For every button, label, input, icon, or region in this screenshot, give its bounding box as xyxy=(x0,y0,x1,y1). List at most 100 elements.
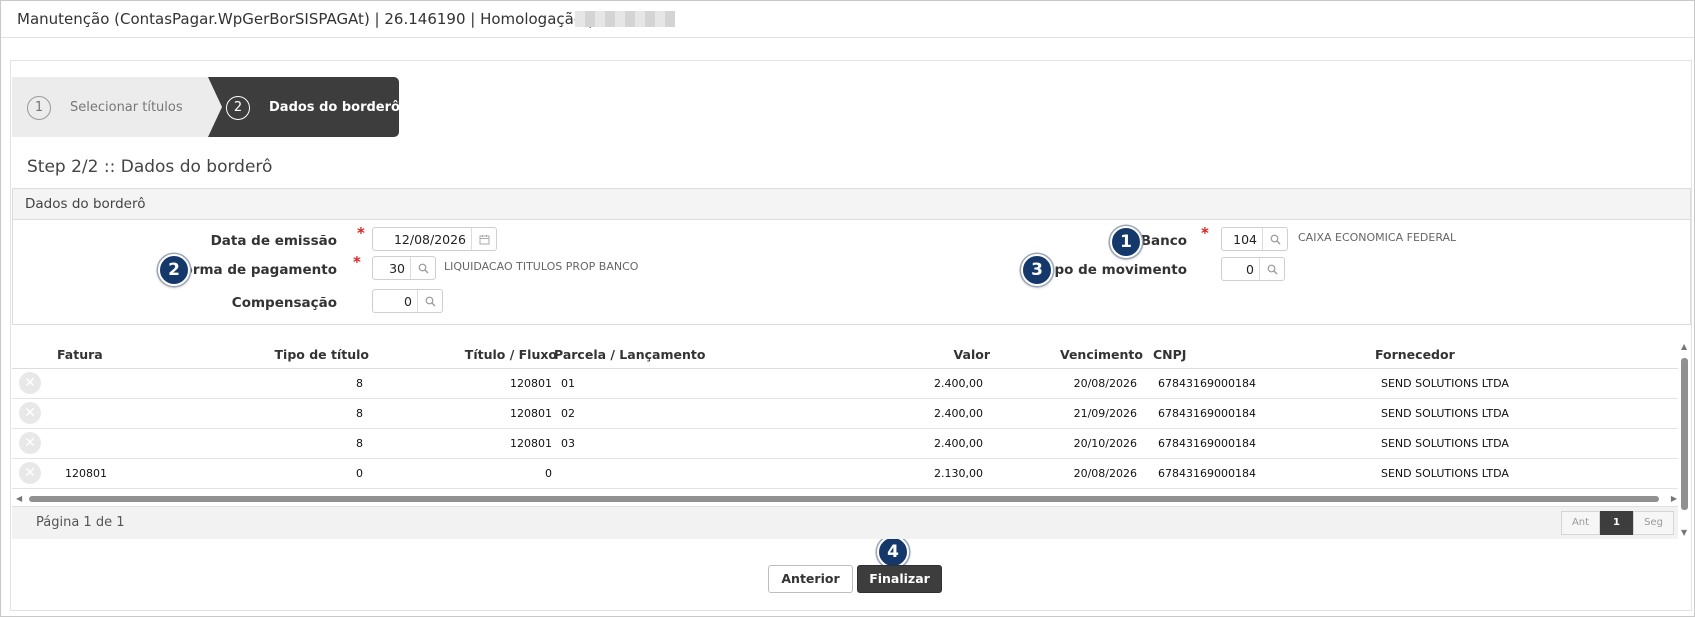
data-emissao-label: Data de emissão xyxy=(210,233,337,249)
cell-titulo: 0 xyxy=(545,467,552,480)
step-arrow xyxy=(208,77,222,137)
cell-titulo: 120801 xyxy=(510,437,552,450)
cell-vencimento: 20/10/2026 xyxy=(1073,437,1137,450)
page-title: Step 2/2 :: Dados do borderô xyxy=(27,157,273,177)
step-label: Selecionar títulos xyxy=(70,100,183,115)
previous-button[interactable]: Anterior xyxy=(768,565,853,593)
wizard-step-2[interactable]: 2 Dados do borderô xyxy=(196,77,400,137)
remove-row-icon[interactable]: ✕ xyxy=(19,372,41,394)
cell-valor: 2.400,00 xyxy=(934,407,983,420)
field-value: 104 xyxy=(1233,232,1257,247)
finish-button[interactable]: Finalizar xyxy=(857,565,942,593)
required-mark: * xyxy=(353,253,361,271)
page-1-button[interactable]: 1 xyxy=(1600,511,1633,535)
field-value: 0 xyxy=(1246,262,1254,277)
banco-description: CAIXA ECONOMICA FEDERAL xyxy=(1298,231,1457,244)
step-label: Dados do borderô xyxy=(269,100,400,115)
required-mark: * xyxy=(1201,224,1209,242)
scroll-left-icon[interactable]: ◀ xyxy=(16,494,22,503)
cell-tipo: 8 xyxy=(356,407,363,420)
column-header[interactable]: CNPJ xyxy=(1153,347,1186,362)
forma-pagamento-description: LIQUIDACAO TITULOS PROP BANCO xyxy=(444,260,639,273)
scrollbar-thumb[interactable] xyxy=(29,496,1659,502)
cell-fornecedor: SEND SOLUTIONS LTDA xyxy=(1381,407,1509,420)
cell-cnpj: 67843169000184 xyxy=(1158,437,1256,450)
field-value: 12/08/2026 xyxy=(393,232,466,247)
cell-fatura: 120801 xyxy=(65,467,107,480)
cell-valor: 2.400,00 xyxy=(934,377,983,390)
search-icon[interactable] xyxy=(1262,228,1287,250)
step-number: 1 xyxy=(27,96,51,120)
compensacao-input[interactable]: 0 xyxy=(372,289,443,313)
field-value: 30 xyxy=(389,261,405,276)
column-header[interactable]: Tipo de título xyxy=(275,347,369,362)
next-page-button[interactable]: Seg xyxy=(1633,511,1674,535)
column-header[interactable]: Fornecedor xyxy=(1375,347,1455,362)
section-title: Dados do borderô xyxy=(25,196,146,212)
cell-tipo: 8 xyxy=(356,377,363,390)
table-row[interactable]: ✕ 8 120801 01 2.400,00 20/08/2026 678431… xyxy=(12,369,1678,399)
cell-cnpj: 67843169000184 xyxy=(1158,377,1256,390)
cell-parcela: 02 xyxy=(561,407,575,420)
tipo-movimento-input[interactable]: 0 xyxy=(1221,257,1285,281)
remove-row-icon[interactable]: ✕ xyxy=(19,402,41,424)
tipo-movimento-label: Tipo de movimento xyxy=(1040,262,1187,278)
forma-pagamento-input[interactable]: 30 xyxy=(372,256,436,280)
horizontal-scrollbar[interactable]: ◀ ▶ xyxy=(12,493,1678,505)
callout-badge-4: 4 xyxy=(877,536,909,568)
search-icon[interactable] xyxy=(417,290,442,312)
cell-tipo: 8 xyxy=(356,437,363,450)
title-bar: Manutenção (ContasPagar.WpGerBorSISPAGAt… xyxy=(1,1,1694,38)
column-header[interactable]: Parcela / Lançamento xyxy=(554,347,705,362)
remove-row-icon[interactable]: ✕ xyxy=(19,462,41,484)
cell-cnpj: 67843169000184 xyxy=(1158,407,1256,420)
scroll-up-icon[interactable]: ▲ xyxy=(1681,342,1687,351)
column-header[interactable]: Título / Fluxo xyxy=(465,347,557,362)
step-number: 2 xyxy=(226,96,250,120)
column-header[interactable]: Vencimento xyxy=(1060,347,1143,362)
wizard-step-1[interactable]: 1 Selecionar títulos xyxy=(12,77,222,137)
cell-fornecedor: SEND SOLUTIONS LTDA xyxy=(1381,467,1509,480)
scroll-right-icon[interactable]: ▶ xyxy=(1671,494,1677,503)
cell-fornecedor: SEND SOLUTIONS LTDA xyxy=(1381,437,1509,450)
cell-titulo: 120801 xyxy=(510,377,552,390)
data-emissao-input[interactable]: 12/08/2026 xyxy=(372,227,497,251)
table-row[interactable]: ✕ 8 120801 03 2.400,00 20/10/2026 678431… xyxy=(12,429,1678,459)
redacted-user xyxy=(575,11,675,27)
cell-vencimento: 20/08/2026 xyxy=(1073,467,1137,480)
remove-row-icon[interactable]: ✕ xyxy=(19,432,41,454)
cell-cnpj: 67843169000184 xyxy=(1158,467,1256,480)
table-row[interactable]: ✕ 120801 0 0 2.130,00 20/08/2026 6784316… xyxy=(12,459,1678,489)
callout-badge-3: 3 xyxy=(1021,254,1053,286)
page-info: Página 1 de 1 xyxy=(36,515,125,530)
vertical-scrollbar[interactable]: ▲ ▼ xyxy=(1679,342,1691,537)
banco-input[interactable]: 104 xyxy=(1221,227,1288,251)
search-icon[interactable] xyxy=(410,257,435,279)
cell-vencimento: 21/09/2026 xyxy=(1073,407,1137,420)
column-header[interactable]: Fatura xyxy=(57,347,103,362)
cell-vencimento: 20/08/2026 xyxy=(1073,377,1137,390)
compensacao-label: Compensação xyxy=(231,295,337,311)
cell-fornecedor: SEND SOLUTIONS LTDA xyxy=(1381,377,1509,390)
scrollbar-thumb[interactable] xyxy=(1681,358,1688,510)
search-icon[interactable] xyxy=(1259,258,1284,280)
cell-tipo: 0 xyxy=(356,467,363,480)
forma-pagamento-label: Forma de pagamento xyxy=(174,262,337,278)
cell-valor: 2.400,00 xyxy=(934,437,983,450)
scroll-down-icon[interactable]: ▼ xyxy=(1681,528,1687,537)
field-value: 0 xyxy=(404,294,412,309)
column-header[interactable]: Valor xyxy=(954,347,990,362)
window-title: Manutenção (ContasPagar.WpGerBorSISPAGAt… xyxy=(17,10,593,28)
table-header: Fatura Tipo de título Título / Fluxo Par… xyxy=(12,340,1678,369)
required-mark: * xyxy=(357,224,365,242)
callout-badge-1: 1 xyxy=(1110,226,1142,258)
prev-page-button[interactable]: Ant xyxy=(1561,511,1600,535)
callout-badge-2: 2 xyxy=(158,254,190,286)
table-row[interactable]: ✕ 8 120801 02 2.400,00 21/09/2026 678431… xyxy=(12,399,1678,429)
pagination-bar: Página 1 de 1 Ant 1 Seg xyxy=(12,506,1678,539)
section-header: Dados do borderô xyxy=(13,189,1690,220)
banco-label: Banco xyxy=(1140,233,1187,249)
cell-parcela: 03 xyxy=(561,437,575,450)
cell-titulo: 120801 xyxy=(510,407,552,420)
calendar-icon[interactable] xyxy=(471,228,496,250)
